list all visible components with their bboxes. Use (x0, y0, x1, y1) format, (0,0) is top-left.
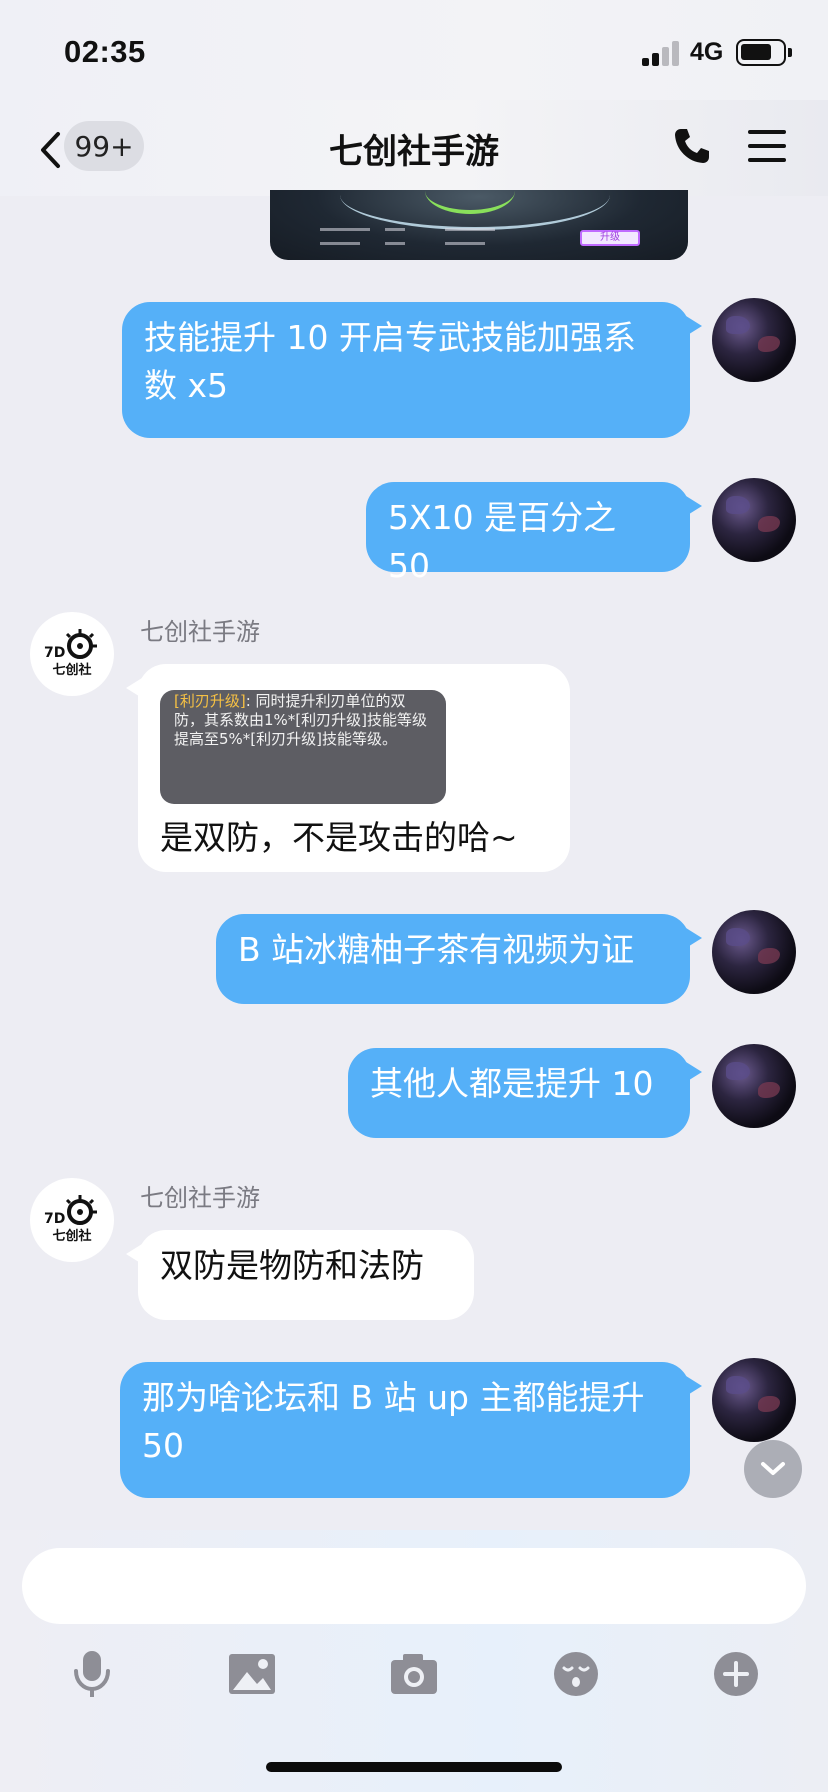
message-bubble[interactable]: [利刃升级]: 同时提升利刃单位的双防，其系数由1%*[利刃升级]技能等级提高至… (126, 664, 570, 872)
image-highlight-text: [利刃升级] (174, 692, 246, 710)
home-indicator (266, 1762, 562, 1772)
microphone-icon[interactable] (66, 1648, 118, 1700)
user-avatar[interactable] (712, 1358, 796, 1442)
chat-title: 七创社手游 (329, 132, 499, 172)
back-chevron-icon[interactable] (38, 130, 64, 170)
phone-icon[interactable] (672, 126, 712, 166)
message-text: B 站冰糖柚子茶有视频为证 (238, 930, 635, 969)
user-avatar[interactable] (712, 1044, 796, 1128)
unread-count-badge[interactable]: 99+ (64, 121, 144, 171)
logo-text: 七创社 (52, 1228, 91, 1244)
image-upgrade-label: 升级 (580, 230, 640, 246)
bot-avatar[interactable]: 7D 七创社 (30, 1178, 114, 1262)
message-text: 那为啥论坛和 B 站 up 主都能提升 50 (142, 1378, 645, 1465)
qichuangshe-logo-icon: 7D 七创社 (44, 1195, 97, 1244)
message-text: 是双防，不是攻击的哈~ (160, 818, 518, 857)
message-text: 双防是物防和法防 (160, 1246, 424, 1285)
user-avatar[interactable] (712, 478, 796, 562)
scroll-to-bottom-button[interactable] (744, 1440, 802, 1498)
emoji-icon[interactable] (550, 1648, 602, 1700)
message-text: 其他人都是提升 10 (370, 1064, 654, 1103)
message-bubble[interactable]: 其他人都是提升 10 (348, 1048, 702, 1138)
svg-text:7D: 7D (44, 1211, 65, 1227)
status-bar: 02:35 4G (0, 0, 828, 100)
message-bubble[interactable]: B 站冰糖柚子茶有视频为证 (216, 914, 702, 1004)
qichuangshe-logo-icon: 7D 七创社 (44, 629, 97, 678)
bot-avatar[interactable]: 7D 七创社 (30, 612, 114, 696)
battery-icon (736, 39, 792, 66)
message-text: 5X10 是百分之 50 (388, 498, 617, 585)
message-bubble[interactable]: 那为啥论坛和 B 站 up 主都能提升 50 (120, 1362, 702, 1498)
message-bubble[interactable]: 双防是物防和法防 (126, 1230, 474, 1320)
sender-name: 七创社手游 (140, 1184, 260, 1212)
svg-text:7D: 7D (44, 645, 65, 661)
plus-icon[interactable] (710, 1648, 762, 1700)
message-bubble[interactable]: 技能提升 10 开启专武技能加强系数 x5 (122, 302, 702, 438)
menu-icon[interactable] (748, 130, 786, 162)
image-icon[interactable] (226, 1648, 278, 1700)
network-type: 4G (690, 38, 724, 66)
status-time: 02:35 (64, 34, 146, 69)
sender-name: 七创社手游 (140, 618, 260, 646)
logo-text: 七创社 (52, 662, 91, 678)
signal-icon (642, 40, 682, 66)
message-text: 技能提升 10 开启专武技能加强系数 x5 (144, 318, 636, 405)
previous-image-message[interactable]: 升级 (270, 190, 688, 260)
user-avatar[interactable] (712, 298, 796, 382)
chevron-down-icon (761, 1462, 785, 1475)
message-input[interactable] (22, 1548, 806, 1624)
embedded-screenshot-image[interactable]: [利刃升级]: 同时提升利刃单位的双防，其系数由1%*[利刃升级]技能等级提高至… (160, 690, 446, 804)
camera-icon[interactable] (388, 1648, 440, 1700)
user-avatar[interactable] (712, 910, 796, 994)
message-bubble[interactable]: 5X10 是百分之 50 (366, 482, 702, 585)
